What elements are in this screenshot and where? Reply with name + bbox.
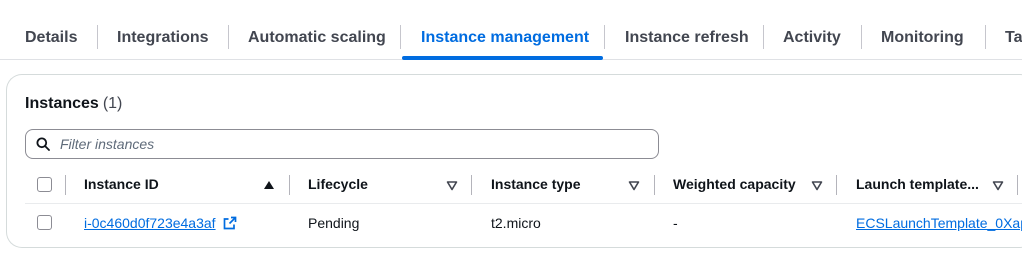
sort-down-icon[interactable] xyxy=(627,178,641,192)
column-header-lifecycle[interactable]: Lifecycle xyxy=(308,172,368,196)
column-separator[interactable] xyxy=(471,175,472,195)
sort-down-icon[interactable] xyxy=(445,178,459,192)
lifecycle-cell: Pending xyxy=(308,215,360,231)
tab-instance-management[interactable]: Instance management xyxy=(421,18,589,58)
panel-title: Instances (1) xyxy=(25,94,122,114)
tab-automatic-scaling[interactable]: Automatic scaling xyxy=(248,18,386,58)
tab-integrations[interactable]: Integrations xyxy=(117,18,209,58)
tab-instance-refresh[interactable]: Instance refresh xyxy=(625,18,749,58)
column-separator[interactable] xyxy=(289,175,290,195)
filter-field[interactable] xyxy=(25,129,659,159)
tab-bar: Details Integrations Automatic scaling I… xyxy=(0,0,1022,60)
instance-type-cell: t2.micro xyxy=(491,215,541,231)
tab-separator xyxy=(861,25,862,49)
instance-id-link[interactable]: i-0c460d0f723e4a3af xyxy=(84,215,216,231)
launch-template-cell: ECSLaunchTemplate_0Xap xyxy=(856,212,1022,234)
sort-down-icon[interactable] xyxy=(991,178,1005,192)
search-icon xyxy=(36,137,50,151)
tab-separator xyxy=(228,25,229,49)
column-header-instance-type[interactable]: Instance type xyxy=(491,172,580,196)
tab-separator xyxy=(97,25,98,49)
tab-separator xyxy=(985,25,986,49)
panel-title-text: Instances xyxy=(25,95,99,112)
row-checkbox[interactable] xyxy=(37,215,52,230)
launch-template-link[interactable]: ECSLaunchTemplate_0Xap xyxy=(856,215,1022,231)
tab-separator xyxy=(400,25,401,49)
column-separator[interactable] xyxy=(836,175,837,195)
instance-count: (1) xyxy=(102,95,123,112)
column-separator xyxy=(65,175,66,195)
tab-monitoring[interactable]: Monitoring xyxy=(881,18,964,58)
column-separator[interactable] xyxy=(654,175,655,195)
tab-separator xyxy=(763,25,764,49)
filter-input[interactable] xyxy=(60,136,620,152)
row-divider xyxy=(25,203,1022,204)
tab-truncated[interactable]: Ta xyxy=(1005,18,1022,58)
column-separator[interactable] xyxy=(1017,175,1018,195)
column-header-weighted-capacity[interactable]: Weighted capacity xyxy=(673,172,796,196)
tab-separator xyxy=(604,25,605,49)
select-all-checkbox[interactable] xyxy=(37,177,52,192)
sort-ascending-icon[interactable] xyxy=(262,178,276,192)
sort-down-icon[interactable] xyxy=(810,178,824,192)
active-tab-indicator xyxy=(402,56,603,60)
column-header-launch-template[interactable]: Launch template... xyxy=(856,172,979,196)
tab-activity[interactable]: Activity xyxy=(783,18,841,58)
column-header-instance-id[interactable]: Instance ID xyxy=(84,172,159,196)
weighted-capacity-cell: - xyxy=(673,215,678,231)
external-link-icon[interactable] xyxy=(223,216,237,230)
tab-details[interactable]: Details xyxy=(25,18,77,58)
instance-id-cell: i-0c460d0f723e4a3af xyxy=(84,212,237,234)
